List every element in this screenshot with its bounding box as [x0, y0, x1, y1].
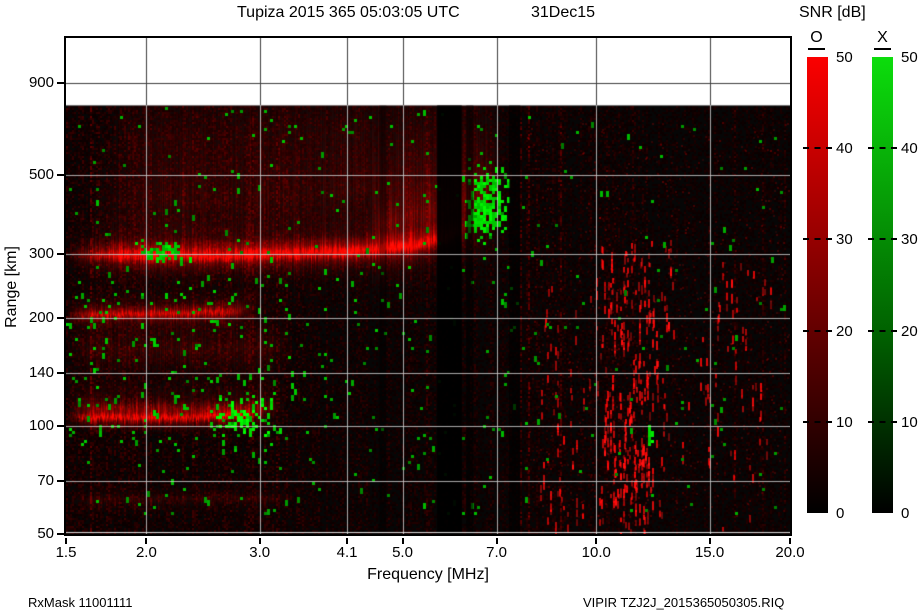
y-tick-label: 200	[28, 308, 54, 326]
colorbar-tick-label: 20	[901, 322, 918, 340]
colorbar-tick-label: 50	[901, 49, 918, 66]
x-polarization-label: X	[874, 28, 891, 50]
page-title: Tupiza 2015 365 05:03:05 UTC	[237, 4, 460, 21]
y-tick-mark	[57, 253, 64, 256]
x-tick-mark	[708, 538, 711, 544]
y-tick-label: 500	[28, 165, 54, 183]
colorbar-tick-label: 30	[836, 231, 853, 249]
y-tick-mark	[57, 480, 64, 483]
y-tick-mark	[57, 173, 64, 176]
x-tick-label: 10.0	[581, 544, 611, 561]
y-tick-mark	[57, 81, 64, 84]
x-tick-label: 20.0	[775, 544, 805, 561]
x-tick-label: 7.0	[486, 544, 507, 561]
x-tick-label: 2.0	[135, 544, 157, 561]
snr-colorbar-o	[807, 57, 828, 513]
date-label: 31Dec15	[531, 4, 596, 21]
y-tick-mark	[57, 424, 64, 427]
y-tick-label: 100	[28, 416, 54, 434]
colorbar-tick-label: 30	[901, 231, 918, 249]
ionogram-canvas	[66, 38, 790, 534]
x-tick-mark	[258, 538, 261, 544]
colorbar-tick-dash	[803, 329, 832, 332]
colorbar-tick-label: 0	[901, 505, 910, 522]
colorbar-tick-dash	[803, 147, 832, 150]
rxmask-label: RxMask 11001111	[28, 595, 133, 610]
colorbar-tick-label: 0	[836, 505, 845, 522]
x-tick-label: 15.0	[694, 544, 725, 561]
y-tick-mark	[57, 372, 64, 375]
x-tick-mark	[145, 538, 148, 544]
y-tick-mark	[57, 316, 64, 319]
y-tick-label: 50	[37, 525, 54, 542]
colorbar-tick-dash	[868, 420, 897, 423]
x-axis-title: Frequency [MHz]	[367, 566, 489, 583]
snr-colorbar-x	[872, 57, 893, 513]
x-tick-mark	[65, 538, 67, 544]
x-tick-label: 1.5	[55, 544, 77, 561]
colorbar-tick-dash	[868, 238, 897, 241]
colorbar-tick-label: 10	[901, 413, 918, 431]
colorbar-tick-dash	[803, 238, 832, 241]
x-tick-label: 4.1	[336, 544, 358, 561]
ionogram-page: Tupiza 2015 365 05:03:05 UTC 31Dec15 SNR…	[0, 0, 922, 614]
y-tick-label: 70	[37, 472, 54, 490]
colorbar-tick-dash	[803, 420, 832, 423]
y-tick-label: 300	[28, 245, 54, 263]
x-tick-mark	[401, 538, 404, 544]
colorbar-tick-dash	[868, 147, 897, 150]
colorbar-tick-label: 50	[836, 49, 853, 66]
x-tick-label: 5.0	[392, 544, 413, 561]
snr-colorbar-title: SNR [dB]	[799, 4, 866, 21]
x-tick-mark	[495, 538, 498, 544]
colorbar-tick-label: 40	[901, 140, 918, 158]
colorbar-tick-label: 20	[836, 322, 853, 340]
x-tick-mark	[346, 538, 349, 544]
y-tick-label: 900	[28, 73, 54, 91]
o-polarization-label: O	[808, 28, 825, 50]
colorbar-tick-label: 40	[836, 140, 853, 158]
x-tick-mark	[789, 538, 791, 544]
y-axis-title: Range [km]	[3, 246, 20, 328]
x-tick-mark	[595, 538, 598, 544]
filename-label: VIPIR TZJ2J_2015365050305.RIQ	[583, 595, 785, 610]
y-tick-mark	[57, 533, 64, 535]
colorbar-tick-label: 10	[836, 413, 853, 431]
colorbar-tick-dash	[868, 329, 897, 332]
ionogram-frame	[64, 36, 792, 536]
x-tick-label: 3.0	[249, 544, 271, 561]
y-tick-label: 140	[28, 364, 54, 382]
